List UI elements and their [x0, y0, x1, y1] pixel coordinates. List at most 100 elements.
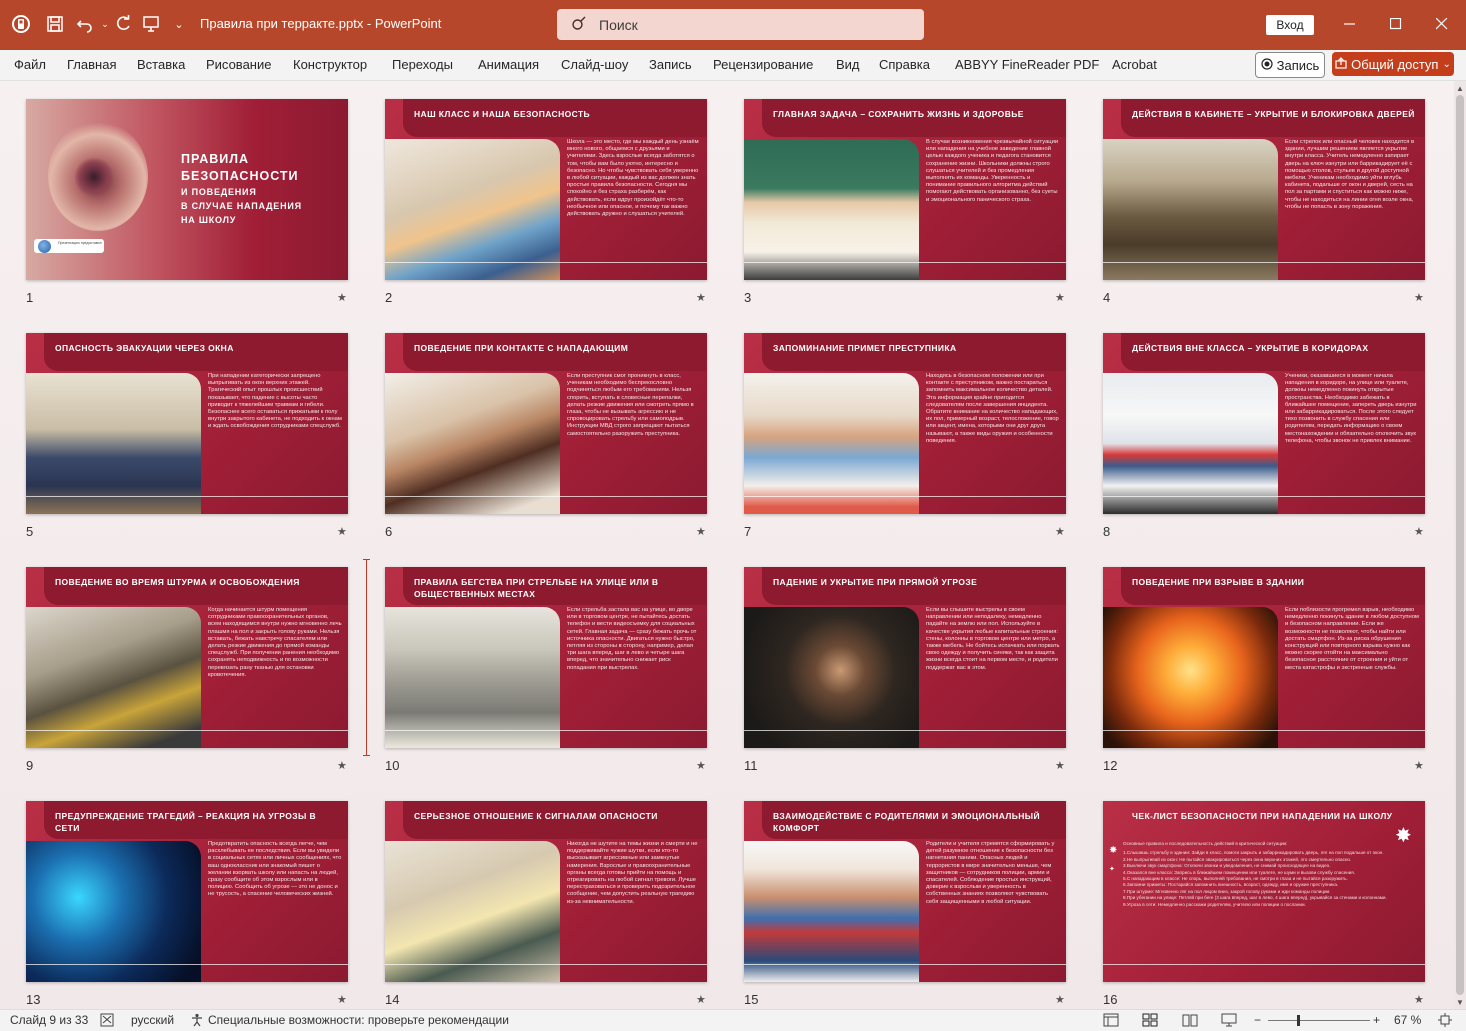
slide-number: 12: [1103, 758, 1118, 773]
divider: [26, 964, 348, 965]
slide-thumbnail-9[interactable]: Поведение во время штурма и освобождения…: [26, 567, 348, 748]
zoom-level[interactable]: 67 %: [1394, 1013, 1421, 1027]
divider: [1103, 496, 1425, 497]
slide-thumbnail-7[interactable]: Запоминание примет преступника Находясь …: [744, 333, 1066, 514]
tab-record[interactable]: Запись: [649, 57, 692, 72]
tab-view[interactable]: Вид: [836, 57, 860, 72]
star-icon: ★: [337, 760, 347, 772]
students-group-photo: [744, 841, 919, 982]
search-box[interactable]: Поиск: [557, 9, 924, 40]
checklist-intro: Основные правила и последовательность де…: [1123, 841, 1288, 846]
tab-file[interactable]: Файл: [14, 57, 46, 72]
star-icon: ★: [1055, 526, 1065, 538]
present-from-start-icon[interactable]: [138, 11, 164, 37]
slide-thumbnail-1[interactable]: Правила безопасности и поведения в случа…: [26, 99, 348, 280]
students-floor-photo: [26, 373, 201, 514]
tab-insert[interactable]: Вставка: [137, 57, 185, 72]
close-icon[interactable]: [1422, 8, 1462, 40]
save-icon[interactable]: [42, 11, 68, 37]
scroll-thumb[interactable]: [1456, 95, 1464, 995]
slide-title: Правила бегства при стрельбе на улице ил…: [414, 577, 659, 599]
slideshow-view-icon[interactable]: [1221, 1013, 1237, 1030]
tab-help[interactable]: Справка: [879, 57, 930, 72]
search-icon: [571, 15, 587, 34]
slide-thumbnail-14[interactable]: Серьезное отношение к сигналам опасности…: [385, 801, 707, 982]
star-icon: ★: [337, 994, 347, 1006]
insertion-marker: [363, 559, 370, 756]
zoom-in-icon[interactable]: +: [1373, 1013, 1380, 1027]
slide-body: Никогда не шутите на темы жизни и смерти…: [567, 841, 698, 905]
spell-check-icon[interactable]: [100, 1013, 114, 1030]
slide-number: 14: [385, 992, 400, 1007]
minimize-icon[interactable]: [1330, 8, 1370, 40]
zoom-slider[interactable]: [1268, 1020, 1370, 1021]
tab-home[interactable]: Главная: [67, 57, 116, 72]
slide-number: 15: [744, 992, 759, 1007]
slide-counter[interactable]: Слайд 9 из 33: [10, 1013, 88, 1027]
slide-body: Когда начинается штурм помещения сотрудн…: [208, 607, 342, 678]
language-indicator[interactable]: русский: [131, 1013, 174, 1027]
title-line: Правила: [181, 152, 250, 166]
slide-thumbnail-10[interactable]: Правила бегства при стрельбе на улице ил…: [385, 567, 707, 748]
redo-icon[interactable]: [110, 11, 136, 37]
customize-toolbar-icon[interactable]: ⌄: [166, 11, 192, 37]
explosion-fire-photo: [1103, 607, 1278, 748]
slide-thumbnail-15[interactable]: Взаимодействие с родителями и эмоциональ…: [744, 801, 1066, 982]
scroll-down-icon[interactable]: ▼: [1454, 996, 1466, 1008]
scroll-up-icon[interactable]: ▲: [1454, 82, 1466, 94]
beads-decoration: [74, 157, 114, 197]
slide-thumbnail-16[interactable]: Чек-лист безопасности при нападении на ш…: [1103, 801, 1425, 982]
slide-thumbnail-6[interactable]: Поведение при контакте с нападающим Если…: [385, 333, 707, 514]
star-icon: ★: [696, 760, 706, 772]
slide-thumbnail-4[interactable]: Действия в кабинете – укрытие и блокиров…: [1103, 99, 1425, 280]
divider: [744, 964, 1066, 965]
slide-sorter: Правила безопасности и поведения в случа…: [0, 81, 1454, 1009]
tab-animations[interactable]: Анимация: [478, 57, 539, 72]
sign-in-button[interactable]: Вход: [1266, 15, 1314, 35]
slide-thumbnail-11[interactable]: Падение и укрытие при прямой угрозе Если…: [744, 567, 1066, 748]
checklist: Основные правила и последовательность де…: [1123, 841, 1413, 908]
tab-abbyy[interactable]: ABBYY FineReader PDF: [955, 57, 1099, 72]
slide-thumbnail-8[interactable]: Действия вне класса – укрытие в коридора…: [1103, 333, 1425, 514]
accessibility-icon[interactable]: [190, 1013, 204, 1030]
title-line: и поведения: [181, 187, 257, 197]
title-line: безопасности: [181, 169, 299, 183]
tab-design[interactable]: Конструктор: [293, 57, 367, 72]
checklist-item: 1.Слышишь стрельбу в здании: Зайди в кла…: [1123, 850, 1384, 856]
share-label: Общий доступ: [1351, 56, 1439, 72]
divider: [744, 496, 1066, 497]
slide-sorter-view-icon[interactable]: [1142, 1013, 1158, 1030]
tab-slideshow[interactable]: Слайд-шоу: [561, 57, 628, 72]
slide-thumbnail-13[interactable]: Предупреждение трагедий – реакция на угр…: [26, 801, 348, 982]
slide-thumbnail-12[interactable]: Поведение при взрыве в здании Если побли…: [1103, 567, 1425, 748]
teacher-photo: [744, 139, 919, 280]
slide-title: Поведение при взрыве в здании: [1132, 577, 1305, 587]
vertical-scrollbar[interactable]: ▲ ▼: [1454, 81, 1466, 1009]
normal-view-icon[interactable]: [1103, 1013, 1119, 1030]
slide-thumbnail-5[interactable]: Опасность эвакуации через окна При напад…: [26, 333, 348, 514]
hiding-boy-photo: [744, 607, 919, 748]
slide-body: Школа — это место, где мы каждый день уз…: [567, 139, 699, 218]
record-button[interactable]: Запись: [1255, 52, 1325, 78]
slide-title: Серьезное отношение к сигналам опасности: [414, 811, 658, 821]
slide-number: 2: [385, 290, 393, 305]
slide-title: Запоминание примет преступника: [773, 343, 957, 353]
accessibility-status[interactable]: Специальные возможности: проверьте реком…: [208, 1013, 509, 1027]
tab-acrobat[interactable]: Acrobat: [1112, 57, 1157, 72]
slide-title: Предупреждение трагедий – реакция на угр…: [55, 811, 317, 833]
share-icon: [1335, 56, 1347, 72]
zoom-slider-thumb[interactable]: [1297, 1015, 1300, 1026]
share-button[interactable]: Общий доступ ⌄: [1332, 52, 1454, 76]
slide-thumbnail-3[interactable]: Главная задача – сохранить жизнь и здоро…: [744, 99, 1066, 280]
fit-to-window-icon[interactable]: [1438, 1013, 1452, 1030]
slide-body: Если стрелок или опасный человек находит…: [1285, 139, 1415, 210]
tab-review[interactable]: Рецензирование: [713, 57, 813, 72]
slide-title: Чек-лист безопасности при нападении на ш…: [1132, 811, 1393, 821]
tab-transitions[interactable]: Переходы: [392, 57, 453, 72]
tab-draw[interactable]: Рисование: [206, 57, 271, 72]
maximize-icon[interactable]: [1376, 8, 1416, 40]
slide-thumbnail-2[interactable]: Наш класс и наша безопасность Школа — эт…: [385, 99, 707, 280]
star-icon: ★: [1055, 994, 1065, 1006]
reading-view-icon[interactable]: [1182, 1013, 1198, 1030]
zoom-out-icon[interactable]: −: [1254, 1013, 1261, 1027]
